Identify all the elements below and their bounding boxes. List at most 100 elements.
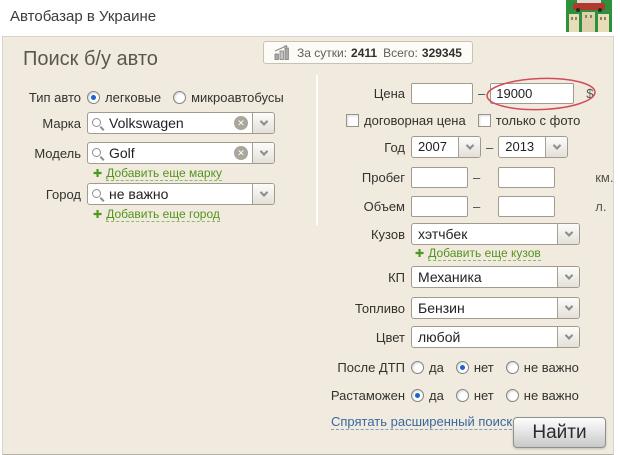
accident-yes-label[interactable]: да xyxy=(429,360,444,375)
price-from-input[interactable] xyxy=(411,83,473,104)
site-title: Автобазар в Украине xyxy=(10,8,156,25)
customs-yes-radio[interactable] xyxy=(411,389,424,402)
price-label: Цена xyxy=(321,86,405,101)
accident-yes-radio[interactable] xyxy=(411,361,424,374)
mileage-from-input[interactable] xyxy=(411,167,468,188)
page: Автобазар в Украине Поиск б/у авто xyxy=(0,0,620,455)
price-to-input[interactable] xyxy=(490,83,574,104)
customs-any-label[interactable]: не важно xyxy=(524,388,579,403)
engine-volume-row: Объем – л. xyxy=(321,196,615,217)
fuel-label: Топливо xyxy=(321,301,405,316)
add-body-link[interactable]: ✚ Добавить еще кузов xyxy=(415,247,541,261)
header-bar: Автобазар в Украине xyxy=(0,0,620,36)
brand-row: Марка ✕ xyxy=(21,112,315,134)
city-row: Город xyxy=(21,183,315,205)
accident-any-radio[interactable] xyxy=(506,361,519,374)
volume-to-input[interactable] xyxy=(498,196,555,217)
gearbox-dropdown-button[interactable] xyxy=(557,267,579,287)
radio-cars[interactable] xyxy=(87,91,100,104)
volume-unit: л. xyxy=(595,199,606,214)
brand-label: Марка xyxy=(21,116,81,131)
brand-dropdown-button[interactable] xyxy=(252,113,274,133)
customs-no-label[interactable]: нет xyxy=(474,388,494,403)
stats-per-day-value: 2411 xyxy=(351,46,377,60)
add-brand-row: ✚ Добавить еще марку xyxy=(21,167,315,180)
mileage-row: Пробег – км. xyxy=(321,167,615,188)
left-form-column: Тип авто легковые микроавтобусы Марка ✕ xyxy=(21,89,315,221)
customs-label: Растаможен xyxy=(321,388,405,403)
chevron-down-icon xyxy=(259,147,267,155)
color-dropdown-button[interactable] xyxy=(557,327,579,347)
gearbox-label: КП xyxy=(321,270,405,285)
negotiable-price-checkbox[interactable] xyxy=(346,114,359,127)
body-type-dropdown-button[interactable] xyxy=(557,224,579,244)
customs-any-radio[interactable] xyxy=(506,389,519,402)
year-from-select[interactable]: 2007 xyxy=(411,136,481,158)
negotiable-price-label[interactable]: договорная цена xyxy=(364,113,466,128)
hide-advanced-search-link[interactable]: Спрятать расширенный поиск xyxy=(331,414,512,430)
stats-total-value: 329345 xyxy=(422,46,462,60)
body-type-select[interactable]: хэтчбек xyxy=(411,223,580,245)
model-input[interactable] xyxy=(109,145,234,161)
plus-icon: ✚ xyxy=(415,248,424,260)
color-row: Цвет любой xyxy=(321,326,615,348)
add-body-row: ✚ Добавить еще кузов xyxy=(321,247,615,260)
color-label: Цвет xyxy=(321,330,405,345)
chevron-down-icon xyxy=(552,141,560,149)
price-currency: $ xyxy=(586,86,593,101)
color-select[interactable]: любой xyxy=(411,326,580,348)
accident-no-radio[interactable] xyxy=(456,361,469,374)
only-with-photo-checkbox[interactable] xyxy=(478,114,491,127)
add-brand-link[interactable]: ✚ Добавить еще марку xyxy=(93,167,222,181)
range-dash: – xyxy=(478,86,485,101)
mileage-unit: км. xyxy=(595,170,613,185)
chevron-down-icon xyxy=(259,117,267,125)
range-dash: – xyxy=(473,199,480,214)
search-icon xyxy=(92,147,104,159)
only-with-photo-label[interactable]: только с фото xyxy=(496,113,581,128)
fuel-dropdown-button[interactable] xyxy=(557,298,579,318)
panel-title: Поиск б/у авто xyxy=(23,48,158,71)
customs-yes-label[interactable]: да xyxy=(429,388,444,403)
gearbox-row: КП Механика xyxy=(321,266,615,288)
model-clear-icon[interactable]: ✕ xyxy=(234,146,248,160)
after-accident-label: После ДТП xyxy=(321,360,405,375)
stats-total-label: Всего: xyxy=(383,46,418,60)
search-panel: Поиск б/у авто За сутки: 2411 Всего: 329… xyxy=(2,36,614,455)
after-accident-row: После ДТП да нет не важно xyxy=(321,359,615,375)
stats-per-day-label: За сутки: xyxy=(297,46,347,60)
fuel-select[interactable]: Бензин xyxy=(411,297,580,319)
site-logo-icon[interactable] xyxy=(566,0,612,32)
brand-input[interactable] xyxy=(109,115,234,131)
city-dropdown-button[interactable] xyxy=(252,184,274,204)
mileage-to-input[interactable] xyxy=(498,167,555,188)
accident-no-label[interactable]: нет xyxy=(474,360,494,375)
search-button[interactable]: Найти xyxy=(513,417,606,448)
add-city-row: ✚ Добавить еще город xyxy=(21,208,315,221)
brand-clear-icon[interactable]: ✕ xyxy=(234,116,248,130)
radio-minibuses-label[interactable]: микроавтобусы xyxy=(191,90,284,105)
year-to-select[interactable]: 2013 xyxy=(498,136,568,158)
city-input[interactable] xyxy=(109,186,248,202)
stats-badge: За сутки: 2411 Всего: 329345 xyxy=(263,41,473,64)
range-dash: – xyxy=(473,170,480,185)
year-from-dropdown-button[interactable] xyxy=(458,137,480,157)
chevron-down-icon xyxy=(259,188,267,196)
checkbox-row: договорная цена только с фото xyxy=(346,112,615,128)
customs-no-radio[interactable] xyxy=(456,389,469,402)
radio-cars-label[interactable]: легковые xyxy=(105,90,161,105)
year-row: Год 2007 – 2013 xyxy=(321,136,615,158)
body-type-label: Кузов xyxy=(321,227,405,242)
radio-minibuses[interactable] xyxy=(173,91,186,104)
volume-from-input[interactable] xyxy=(411,196,468,217)
fuel-row: Топливо Бензин xyxy=(321,297,615,319)
accident-any-label[interactable]: не важно xyxy=(524,360,579,375)
model-label: Модель xyxy=(21,146,81,161)
year-to-dropdown-button[interactable] xyxy=(545,137,567,157)
plus-icon: ✚ xyxy=(93,209,102,221)
chevron-down-icon xyxy=(564,271,572,279)
model-dropdown-button[interactable] xyxy=(252,143,274,163)
search-icon xyxy=(92,188,104,200)
add-city-link[interactable]: ✚ Добавить еще город xyxy=(93,208,220,222)
gearbox-select[interactable]: Механика xyxy=(411,266,580,288)
